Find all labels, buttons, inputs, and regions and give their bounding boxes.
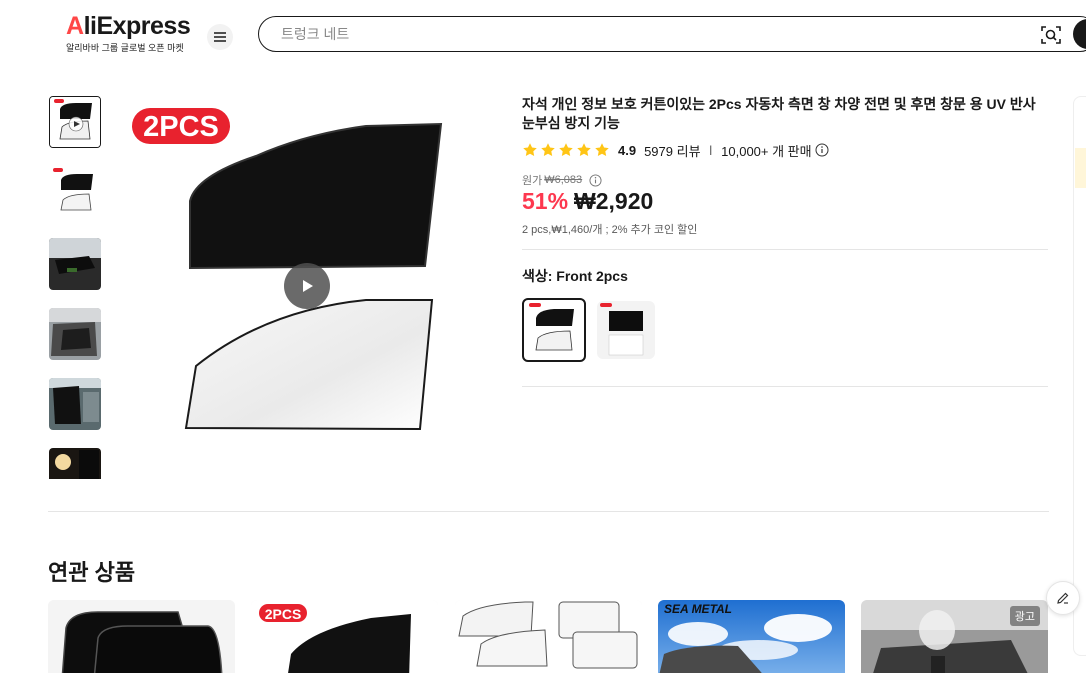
product-thumbnail <box>455 600 642 673</box>
thumbnail-image <box>49 308 101 360</box>
thumbnail-list <box>48 96 104 479</box>
thumbnail-2[interactable] <box>49 166 101 218</box>
related-product-card[interactable] <box>48 600 235 673</box>
thumbnail-6[interactable] <box>49 448 101 479</box>
separator: | <box>709 144 713 156</box>
related-product-card[interactable]: SEA METAL <box>658 600 845 673</box>
thumbnail-3[interactable] <box>49 238 101 290</box>
swatch-image <box>600 303 644 356</box>
pencil-icon <box>1057 592 1069 604</box>
rating-row: 4.9 5979 리뷰 | 10,000+ 개 판매 <box>522 141 829 159</box>
search-input[interactable] <box>281 23 981 45</box>
star-icon <box>577 143 591 156</box>
sold-count: 10,000+ 개 판매 <box>721 143 812 159</box>
search-button[interactable] <box>1073 19 1086 49</box>
feedback-button[interactable] <box>1046 581 1080 615</box>
thumbnail-image <box>49 378 101 430</box>
card-badge-text: 2PCS <box>265 606 302 622</box>
unit-price-info: 2 pcs,₩1,460/개 ; 2% 추가 코인 할인 <box>522 224 698 236</box>
sale-price: ₩2,920 <box>574 188 654 214</box>
thumbnail-video[interactable] <box>49 96 101 148</box>
aliexpress-logo[interactable]: AliExpress 알리바바 그룹 글로벌 오픈 마켓 <box>66 12 196 54</box>
discount-percent: 51% <box>522 188 569 214</box>
color-label: 색상: Front 2pcs <box>522 268 628 284</box>
review-count[interactable]: 5979 리뷰 <box>644 141 700 160</box>
image-search-button[interactable] <box>1039 23 1063 47</box>
star-icon <box>523 143 537 156</box>
original-price-row: 원가 ₩6,083 <box>522 172 602 188</box>
card-brand-text: SEA METAL <box>664 602 732 616</box>
swatch-image <box>529 303 574 351</box>
related-product-card[interactable]: 광고 <box>861 600 1048 673</box>
rating-value: 4.9 <box>618 142 637 158</box>
logo-wordmark: AliExpress <box>66 12 191 40</box>
related-product-card[interactable] <box>455 600 642 673</box>
product-thumbnail: 2PCS <box>251 600 438 673</box>
hamburger-icon <box>214 32 226 42</box>
play-icon <box>303 280 313 292</box>
thumbnail-image <box>49 238 101 290</box>
section-divider <box>48 511 1049 512</box>
side-panel-highlight <box>1075 148 1086 188</box>
original-price: ₩6,083 <box>544 174 583 186</box>
play-video-button[interactable] <box>284 263 330 309</box>
search-bar <box>258 16 1086 52</box>
divider <box>522 249 1048 250</box>
related-product-card[interactable]: 2PCS <box>251 600 438 673</box>
color-swatch-2[interactable] <box>597 301 655 359</box>
star-icon <box>595 143 609 156</box>
related-products-title: 연관 상품 <box>48 560 136 585</box>
price-row: 51% ₩2,920 <box>522 188 653 215</box>
thumbnail-image <box>49 448 101 479</box>
thumbnail-image <box>50 97 100 147</box>
camera-search-icon <box>1041 26 1061 44</box>
product-title: 자석 개인 정보 보호 커튼이있는 2Pcs 자동차 측면 창 차양 전면 및 … <box>522 96 1036 131</box>
star-icon <box>541 143 555 156</box>
info-icon[interactable] <box>815 143 829 157</box>
thumbnail-5[interactable] <box>49 378 101 430</box>
logo-tagline: 알리바바 그룹 글로벌 오픈 마켓 <box>66 43 184 53</box>
divider <box>522 386 1048 387</box>
original-price-label: 원가 <box>522 175 543 187</box>
menu-button[interactable] <box>207 24 233 50</box>
price-info-icon[interactable] <box>589 173 602 187</box>
ad-badge: 광고 <box>1009 606 1040 626</box>
star-icon <box>559 143 573 156</box>
product-thumbnail <box>48 600 235 673</box>
image-badge-text: 2PCS <box>143 111 219 143</box>
thumbnail-4[interactable] <box>49 308 101 360</box>
color-swatch-front-2pcs[interactable] <box>522 298 586 362</box>
product-thumbnail: SEA METAL <box>658 600 845 673</box>
rating-stars <box>522 142 610 158</box>
thumbnail-image <box>49 166 101 218</box>
